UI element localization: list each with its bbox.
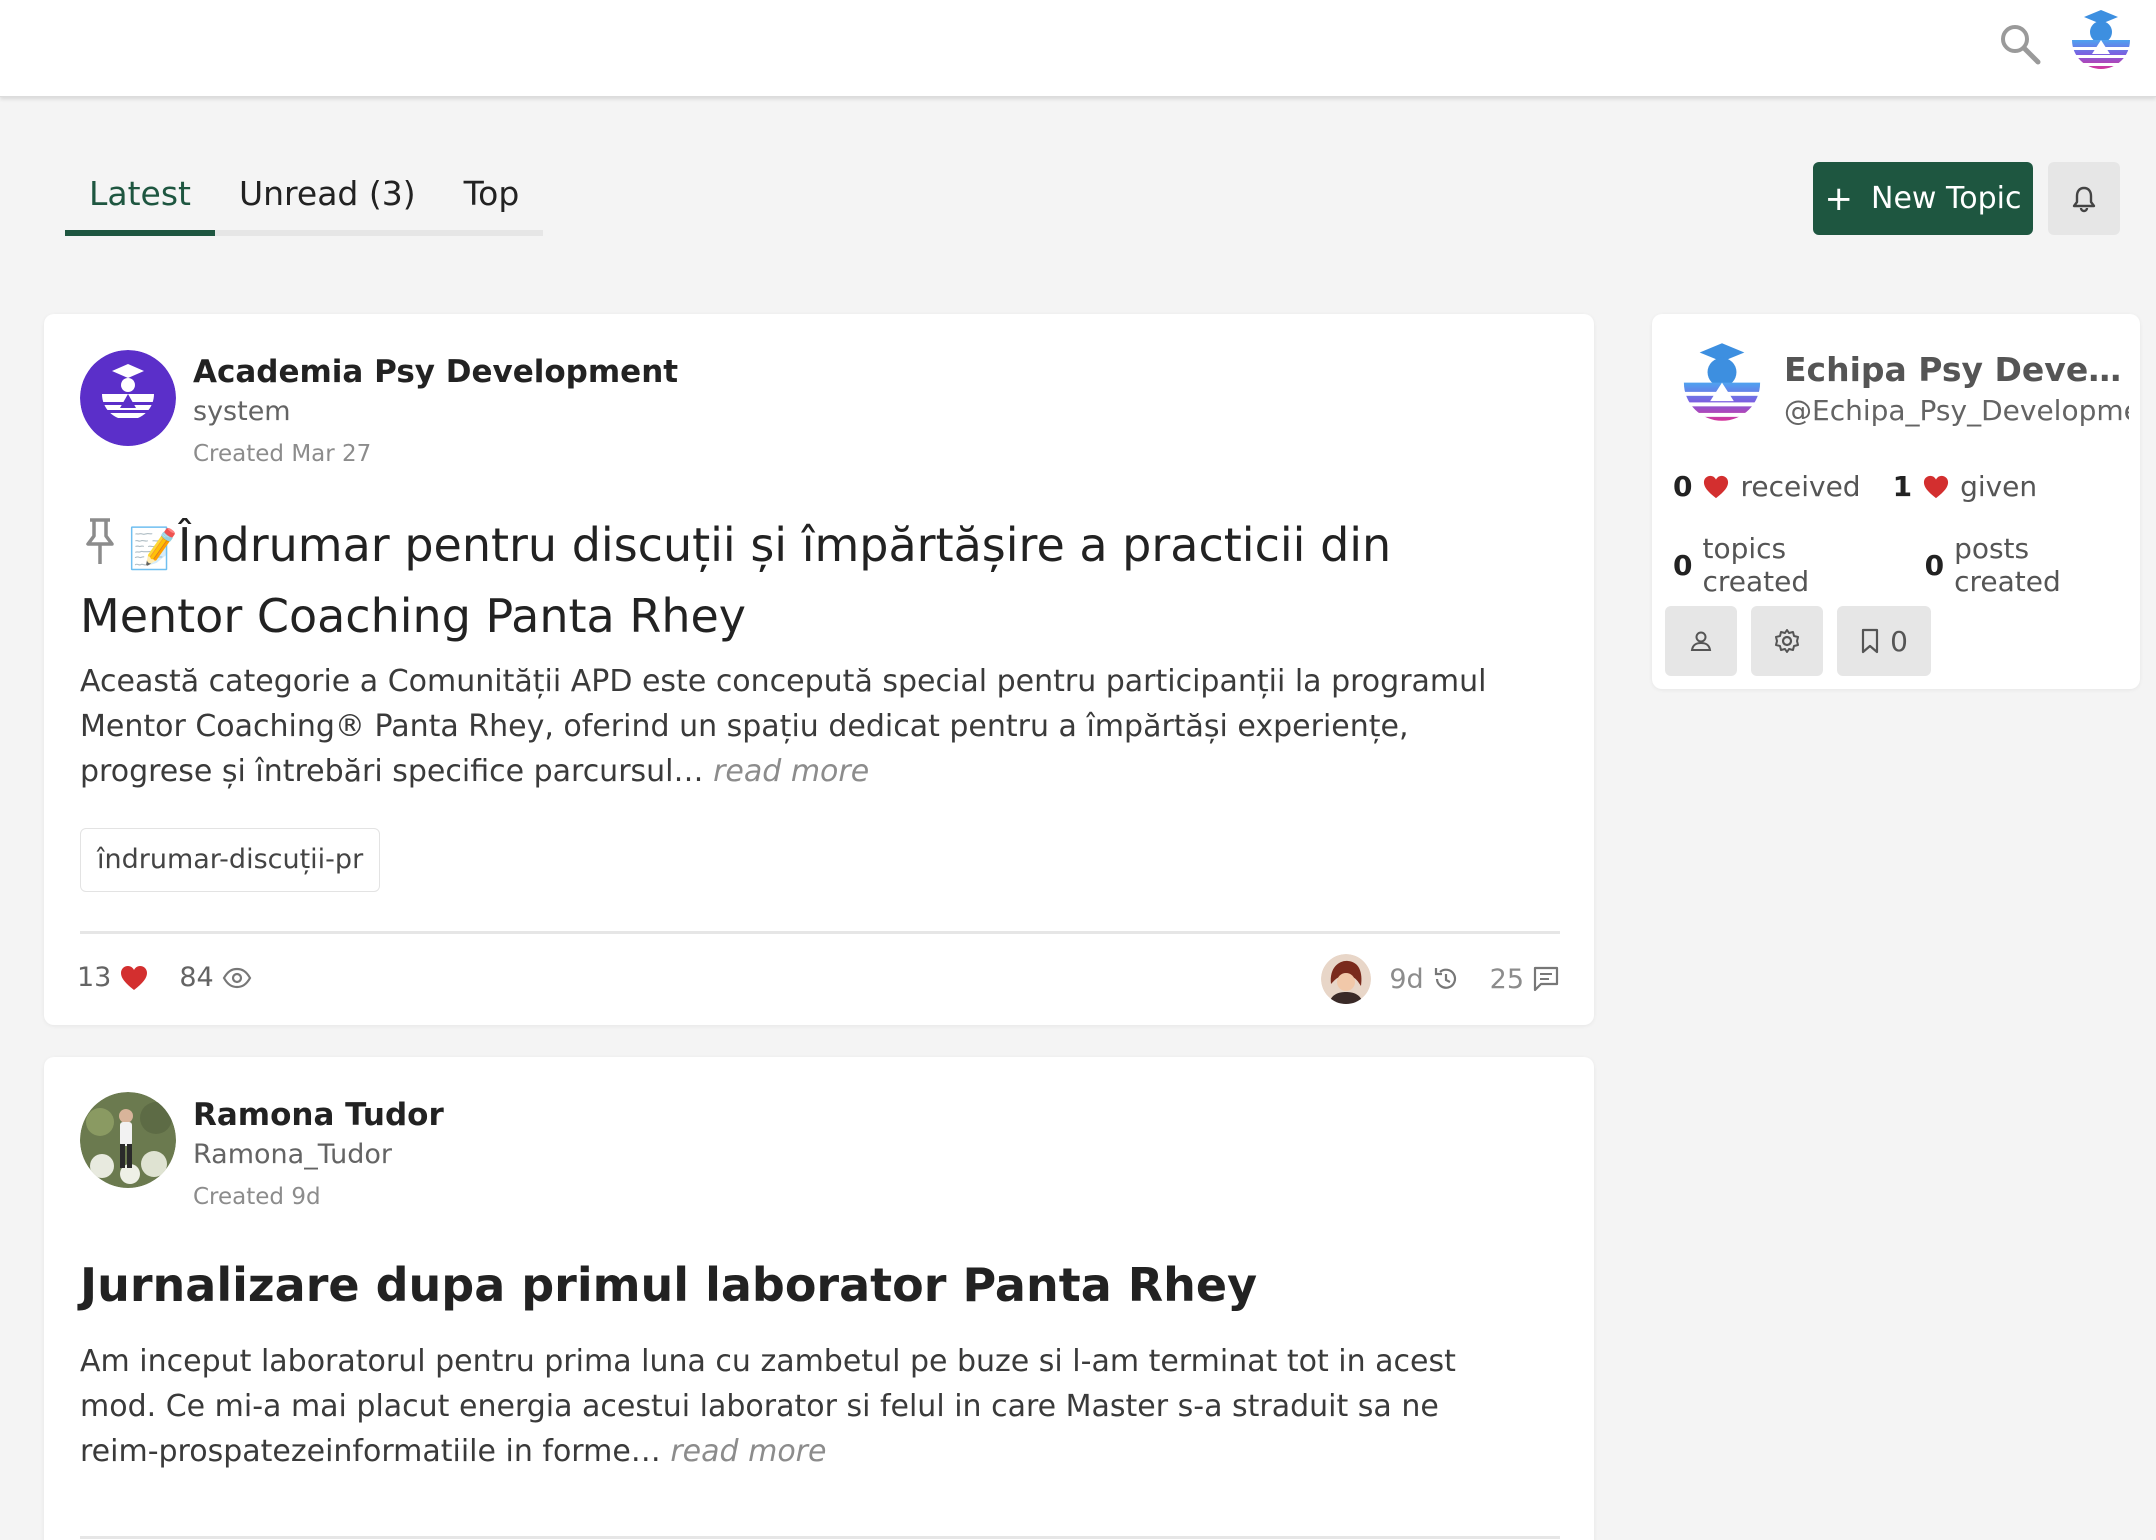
user-icon <box>1690 631 1712 651</box>
user-card-handle: @Echipa_Psy_Developme <box>1784 394 2129 427</box>
eye-icon <box>222 967 251 988</box>
search-icon <box>2001 25 2041 65</box>
memo-emoji-icon: 📝 <box>128 525 178 572</box>
tab-latest[interactable]: Latest <box>65 170 215 236</box>
received-label: received <box>1740 470 1861 503</box>
likes-count: 13 <box>77 962 112 993</box>
user-card-name[interactable]: Echipa Psy Develop... <box>1784 350 2129 389</box>
academy-logo-icon <box>1683 343 1761 421</box>
bell-icon <box>2072 186 2096 212</box>
views-count: 84 <box>179 962 214 993</box>
plus-icon: + <box>1824 178 1854 219</box>
comment-icon <box>1533 966 1559 992</box>
divider <box>80 1536 1560 1539</box>
academy-logo-icon <box>2072 10 2130 69</box>
author-name[interactable]: Ramona Tudor <box>193 1097 444 1133</box>
site-header <box>0 0 2156 97</box>
new-topic-button[interactable]: + New Topic <box>1813 162 2033 235</box>
topics-count: 0 <box>1673 548 1693 582</box>
topic-title[interactable]: 📝Îndrumar pentru discuții și împărtășire… <box>80 514 1530 647</box>
topic-excerpt: Această categorie a Comunității APD este… <box>80 659 1510 794</box>
author-avatar[interactable] <box>80 1092 176 1188</box>
topic-activity: 9d 25 <box>1321 954 1560 1004</box>
gear-icon <box>1775 629 1799 653</box>
activity-summary: 0 topics created 0 posts created <box>1673 532 2140 598</box>
topic-excerpt: Am inceput laboratorul pentru prima luna… <box>80 1339 1510 1474</box>
user-card-avatar[interactable] <box>1676 338 1768 430</box>
given-label: given <box>1960 470 2038 503</box>
created-date: Created 9d <box>193 1184 321 1210</box>
author-username: Ramona_Tudor <box>193 1139 392 1170</box>
given-count: 1 <box>1892 470 1913 503</box>
history-icon <box>1434 968 1456 989</box>
topic-stats: 13 84 <box>77 962 252 993</box>
user-summary-card: Echipa Psy Develop... @Echipa_Psy_Develo… <box>1652 314 2140 689</box>
posts-label: posts created <box>1954 532 2061 598</box>
topic-tag[interactable]: îndrumar-discuții-pr <box>80 828 381 892</box>
topic-card[interactable]: Ramona Tudor Ramona_Tudor Created 9d Jur… <box>44 1057 1594 1540</box>
last-poster-avatar[interactable] <box>1321 954 1372 1004</box>
preferences-button[interactable] <box>1751 606 1823 676</box>
search-button[interactable] <box>1988 12 2052 76</box>
bookmarks-button[interactable]: 0 <box>1837 606 1931 676</box>
read-more-link[interactable]: read more <box>670 1434 826 1469</box>
replies-count: 25 <box>1489 963 1524 995</box>
received-count: 0 <box>1673 470 1693 503</box>
tab-top[interactable]: Top <box>440 170 544 230</box>
topic-title[interactable]: Jurnalizare dupa primul laborator Panta … <box>80 1254 1530 1316</box>
author-avatar[interactable] <box>80 350 176 446</box>
heart-icon <box>1704 475 1729 498</box>
read-more-link[interactable]: read more <box>713 754 869 789</box>
tab-unread[interactable]: Unread (3) <box>215 170 440 230</box>
pin-icon <box>80 514 120 585</box>
likes-summary: 0 received 1 given <box>1673 470 2037 503</box>
current-user-avatar[interactable] <box>2066 6 2136 76</box>
topic-title-text: Îndrumar pentru discuții și împărtășire … <box>80 518 1392 643</box>
notifications-button[interactable] <box>2048 162 2120 235</box>
user-photo-icon <box>80 1092 176 1188</box>
author-username: system <box>193 396 291 427</box>
created-date: Created Mar 27 <box>193 441 372 467</box>
topics-label: topics created <box>1702 532 1810 598</box>
heart-icon <box>1923 475 1949 498</box>
divider <box>80 931 1560 934</box>
new-topic-label: New Topic <box>1871 181 2022 216</box>
topic-list-tabs: Latest Unread (3) Top <box>65 170 544 236</box>
heart-icon[interactable] <box>119 964 149 992</box>
profile-button[interactable] <box>1665 606 1737 676</box>
academy-logo-icon <box>80 350 176 446</box>
bookmarks-count: 0 <box>1890 624 1908 658</box>
bookmark-icon <box>1861 628 1879 654</box>
author-name[interactable]: Academia Psy Development <box>193 354 678 390</box>
topic-card[interactable]: Academia Psy Development system Created … <box>44 314 1594 1025</box>
posts-count: 0 <box>1924 548 1945 582</box>
last-activity-time[interactable]: 9d <box>1389 964 1423 995</box>
